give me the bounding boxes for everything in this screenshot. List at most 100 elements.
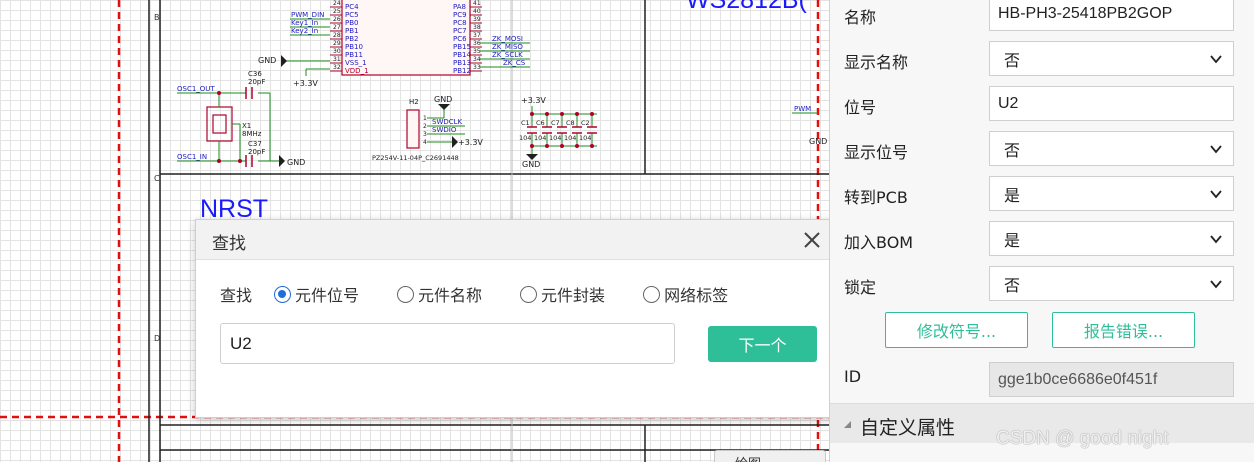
dialog-title: 查找 bbox=[212, 234, 246, 254]
gnd-symbol bbox=[281, 55, 287, 67]
mcu-pin-label: PB15 bbox=[453, 43, 471, 51]
chevron-down-icon bbox=[1210, 280, 1222, 289]
prop-label-name: 名称 bbox=[844, 8, 877, 27]
watermark: CSDN @ good night bbox=[996, 428, 1169, 449]
mcu-pin-number: 40 bbox=[473, 8, 481, 15]
section-title: 自定义属性 bbox=[860, 417, 956, 439]
mcu-pin-number: 29 bbox=[333, 40, 341, 47]
schematic-canvas[interactable]: B C D 24 PC4 25 PC5 26 PB0 27 PB1 28 PB2 29 PB10 30 P… bbox=[0, 0, 829, 462]
show-name-select[interactable]: 否 bbox=[989, 41, 1234, 76]
mcu-pin-number: 26 bbox=[333, 16, 341, 23]
bottom-tab[interactable]: 绘图 bbox=[714, 450, 826, 462]
net-label-zk-cs: ZK_CS bbox=[503, 59, 526, 67]
cap-value: 104 bbox=[549, 134, 561, 142]
vdd-label: +3.3V bbox=[521, 96, 546, 105]
net-label-key2: Key2_In bbox=[291, 27, 318, 35]
prop-label-lock: 锁定 bbox=[844, 278, 877, 297]
junction bbox=[217, 91, 221, 95]
gnd-label: GND bbox=[434, 95, 452, 104]
cap-ref: C7 bbox=[551, 119, 560, 127]
net-label-zk-mosi: ZK_MOSI bbox=[492, 35, 523, 43]
cap-value: 104 bbox=[579, 134, 591, 142]
chevron-down-icon bbox=[1210, 145, 1222, 154]
collapse-triangle-icon[interactable] bbox=[842, 419, 852, 429]
mcu-pin-label: PB13 bbox=[453, 59, 471, 67]
radio-footprint[interactable]: 元件封装 bbox=[520, 282, 605, 306]
close-icon[interactable] bbox=[800, 228, 824, 252]
mcu-pin-number: 33 bbox=[473, 64, 481, 71]
gnd-label: GND bbox=[287, 158, 305, 167]
select-value: 是 bbox=[1004, 185, 1021, 205]
cap-value: 104 bbox=[519, 134, 531, 142]
name-field[interactable] bbox=[989, 0, 1234, 31]
junction bbox=[560, 144, 564, 148]
mcu-pin-number: 39 bbox=[473, 16, 481, 23]
radio-unchecked-icon[interactable] bbox=[520, 285, 538, 303]
gnd-symbol bbox=[279, 155, 285, 167]
select-value: 否 bbox=[1004, 50, 1021, 70]
junction bbox=[575, 112, 579, 116]
show-designator-select[interactable]: 否 bbox=[989, 131, 1234, 166]
h2-ref: H2 bbox=[409, 98, 419, 106]
mcu-pin-number: 36 bbox=[473, 40, 481, 47]
mcu-pin-label: PB11 bbox=[345, 51, 363, 59]
mcu-pin-number: 37 bbox=[473, 32, 481, 39]
mcu-pin-label: PB1 bbox=[345, 27, 358, 35]
add-bom-select[interactable]: 是 bbox=[989, 221, 1234, 256]
radio-checked-icon[interactable] bbox=[274, 285, 292, 303]
net-label-swdio: SWDIO bbox=[432, 126, 457, 134]
vdd-label: +3.3V bbox=[458, 138, 483, 147]
chevron-down-icon bbox=[1210, 190, 1222, 199]
mcu-pin-label: PB10 bbox=[345, 43, 363, 51]
radio-unchecked-icon[interactable] bbox=[397, 285, 415, 303]
select-value: 否 bbox=[1004, 275, 1021, 295]
grid-label-d: D bbox=[154, 334, 160, 343]
mcu-pin-label: PC5 bbox=[345, 11, 359, 19]
dialog-header[interactable]: 查找 bbox=[196, 220, 829, 260]
prop-label-id: ID bbox=[844, 367, 862, 386]
lock-select[interactable]: 否 bbox=[989, 266, 1234, 301]
net-label-zk-sclk: ZK_SCLK bbox=[492, 51, 523, 59]
find-label: 查找 bbox=[220, 286, 253, 305]
search-input[interactable] bbox=[220, 323, 675, 364]
modify-symbol-button[interactable]: 修改符号... bbox=[885, 312, 1028, 348]
mcu-pin-label: PA8 bbox=[453, 3, 466, 11]
junction bbox=[575, 144, 579, 148]
radio-label: 网络标签 bbox=[664, 286, 729, 305]
next-button[interactable]: 下一个 bbox=[708, 326, 817, 362]
report-error-button[interactable]: 报告错误... bbox=[1052, 312, 1195, 348]
designator-field[interactable] bbox=[989, 86, 1234, 121]
ws2812b-label: WS2812B( bbox=[686, 0, 807, 14]
properties-panel: 名称 显示名称 否 位号 显示位号 否 转到PCB 是 加入BOM 是 锁定 否… bbox=[829, 0, 1254, 462]
mcu-pin-label: VSS_1 bbox=[345, 59, 367, 67]
cap-ref: C6 bbox=[536, 119, 545, 127]
net-label-osc-out: OSC1_OUT bbox=[177, 85, 215, 93]
net-label-osc-in: OSC1_IN bbox=[177, 153, 207, 161]
radio-component-name[interactable]: 元件名称 bbox=[397, 282, 482, 306]
mcu-pin-label: PC7 bbox=[453, 27, 467, 35]
net-label-pwm-din: PWM_DIN bbox=[291, 11, 324, 19]
radio-designator[interactable]: 元件位号 bbox=[274, 282, 359, 306]
radio-net-label[interactable]: 网络标签 bbox=[643, 282, 728, 306]
mcu-pin-label: PB14 bbox=[453, 51, 471, 59]
cap-ref: C1 bbox=[521, 119, 530, 127]
mcu-pin-label: PB2 bbox=[345, 35, 358, 43]
gnd-label: GND bbox=[258, 56, 276, 65]
gnd-symbol bbox=[438, 104, 450, 110]
mcu-pin-number: 31 bbox=[333, 56, 341, 63]
select-value: 是 bbox=[1004, 230, 1021, 250]
junction bbox=[590, 144, 594, 148]
mcu-pin-number: 24 bbox=[333, 0, 341, 7]
gnd-label: GND bbox=[522, 160, 540, 169]
mcu-pin-label: PC4 bbox=[345, 3, 359, 11]
mcu-pin-number: 41 bbox=[473, 0, 481, 7]
radio-unchecked-icon[interactable] bbox=[643, 285, 661, 303]
x1-body bbox=[206, 106, 233, 142]
id-field bbox=[989, 362, 1234, 397]
chevron-down-icon bbox=[1210, 55, 1222, 64]
mcu-pin-label: PC8 bbox=[453, 19, 467, 27]
to-pcb-select[interactable]: 是 bbox=[989, 176, 1234, 211]
x1-value: 8MHz bbox=[242, 130, 262, 138]
junction bbox=[545, 144, 549, 148]
h2-part: PZ254V-11-04P_C2691448 bbox=[372, 154, 459, 162]
